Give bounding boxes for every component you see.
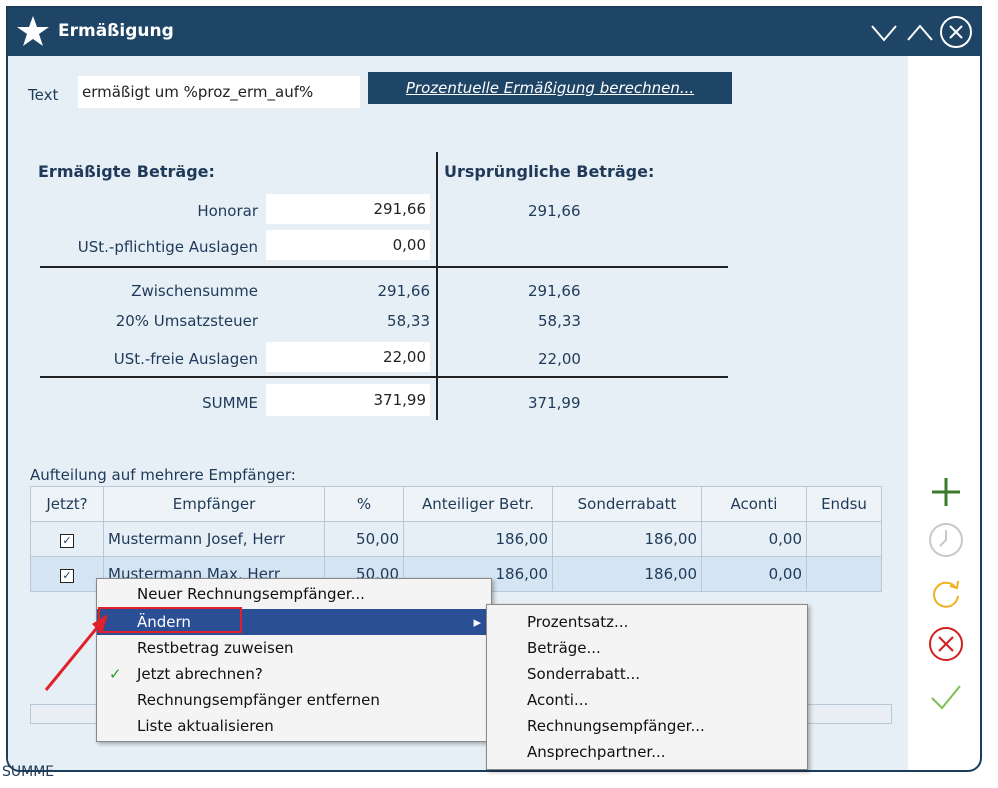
text-input[interactable]: ermäßigt um %proz_erm_auf% <box>78 76 360 108</box>
chevron-up-icon[interactable] <box>902 14 938 50</box>
sum-orig: 22,00 <box>538 350 581 368</box>
submenu-item-recipient[interactable]: Rechnungsempfänger... <box>487 713 807 739</box>
menu-item-assign-remainder[interactable]: Restbetrag zuweisen <box>97 635 491 661</box>
menu-item-bill-now[interactable]: ✓ Jetzt abrechnen? <box>97 661 491 687</box>
submenu-item-sonderrabatt[interactable]: Sonderrabatt... <box>487 661 807 687</box>
context-menu: Neuer Rechnungsempfänger... Ändern ▸ Rest… <box>96 578 492 742</box>
refresh-icon[interactable] <box>926 574 966 614</box>
clock-icon[interactable] <box>926 520 966 560</box>
sum-label: 20% Umsatzsteuer <box>115 312 258 330</box>
split-label: Aufteilung auf mehrere Empfänger: <box>30 466 296 484</box>
summe-value: 371,99 <box>266 384 430 416</box>
plus-icon[interactable] <box>926 472 966 512</box>
sum-orig: 371,99 <box>528 394 581 412</box>
submenu-arrow-icon: ▸ <box>473 613 481 631</box>
menu-item-remove-recipient[interactable]: Rechnungsempfänger entfernen <box>97 687 491 713</box>
bottom-summe-label: SUMME <box>2 764 55 780</box>
pointer-arrow-icon <box>44 614 108 691</box>
text-label: Text <box>28 86 59 104</box>
submenu-item-aconti[interactable]: Aconti... <box>487 687 807 713</box>
column-header[interactable]: % <box>324 486 404 522</box>
column-header[interactable]: Aconti <box>701 486 807 522</box>
column-header[interactable]: Endsu <box>806 486 882 522</box>
calc-discount-button[interactable]: Prozentuelle Ermäßigung berechnen... <box>368 72 732 104</box>
sum-orig: 291,66 <box>528 202 581 220</box>
submenu-item-betraege[interactable]: Beträge... <box>487 635 807 661</box>
end-cell <box>806 556 882 592</box>
menu-item-refresh-list[interactable]: Liste aktualisieren <box>97 713 491 739</box>
ust-frei-input[interactable]: 22,00 <box>266 342 430 372</box>
auslagen-input[interactable]: 0,00 <box>266 230 430 260</box>
end-cell <box>806 521 882 557</box>
rabatt-cell: 186,00 <box>552 521 702 557</box>
column-header[interactable]: Sonderrabatt <box>552 486 702 522</box>
checkbox[interactable]: ✓ <box>60 534 74 548</box>
table-header-row: Jetzt? Empfänger % Anteiliger Betr. Sond… <box>30 486 882 522</box>
sum-label: SUMME <box>202 394 258 412</box>
sum-label: USt.-pflichtige Auslagen <box>77 238 258 256</box>
now-checkbox[interactable]: ✓ <box>30 556 104 592</box>
left-header: Ermäßigte Beträge: <box>38 162 215 181</box>
star-icon <box>17 16 49 46</box>
column-header[interactable]: Empfänger <box>103 486 325 522</box>
submenu: Prozentsatz... Beträge... Sonderrabatt..… <box>486 604 808 770</box>
action-sidebar <box>908 56 980 742</box>
sum-orig: 58,33 <box>538 312 581 330</box>
column-header[interactable]: Anteiliger Betr. <box>403 486 553 522</box>
highlight-box <box>98 607 242 633</box>
column-divider <box>436 152 438 420</box>
sum-label: Honorar <box>197 202 258 220</box>
table-row[interactable]: ✓ Mustermann Josef, Herr 50,00 186,00 18… <box>30 521 882 557</box>
share-cell: 186,00 <box>403 521 553 557</box>
right-header: Ursprüngliche Beträge: <box>444 162 655 181</box>
title-bar: Ermäßigung <box>8 8 980 56</box>
percent-cell: 50,00 <box>324 521 404 557</box>
submenu-item-contact[interactable]: Ansprechpartner... <box>487 739 807 765</box>
close-icon[interactable] <box>938 14 974 50</box>
divider <box>40 266 728 268</box>
recipients-table: Jetzt? Empfänger % Anteiliger Betr. Sond… <box>30 486 882 592</box>
submenu-item-prozentsatz[interactable]: Prozentsatz... <box>487 609 807 635</box>
sum-label: USt.-freie Auslagen <box>113 350 258 368</box>
sum-value: 58,33 <box>387 312 430 330</box>
aconti-cell: 0,00 <box>701 521 807 557</box>
sum-orig: 291,66 <box>528 282 581 300</box>
honorar-input[interactable]: 291,66 <box>266 194 430 224</box>
chevron-down-icon[interactable] <box>866 14 902 50</box>
checkbox[interactable]: ✓ <box>60 569 74 583</box>
divider <box>40 376 728 378</box>
rabatt-cell: 186,00 <box>552 556 702 592</box>
now-checkbox[interactable]: ✓ <box>30 521 104 557</box>
cancel-icon[interactable] <box>926 624 966 664</box>
column-header[interactable]: Jetzt? <box>30 486 104 522</box>
window-title: Ermäßigung <box>58 21 174 41</box>
confirm-icon[interactable] <box>926 676 966 716</box>
sum-label: Zwischensumme <box>131 282 258 300</box>
recipient-name: Mustermann Josef, Herr <box>103 521 325 557</box>
menu-item-new-recipient[interactable]: Neuer Rechnungsempfänger... <box>97 581 491 607</box>
aconti-cell: 0,00 <box>701 556 807 592</box>
sum-value: 291,66 <box>377 282 431 300</box>
